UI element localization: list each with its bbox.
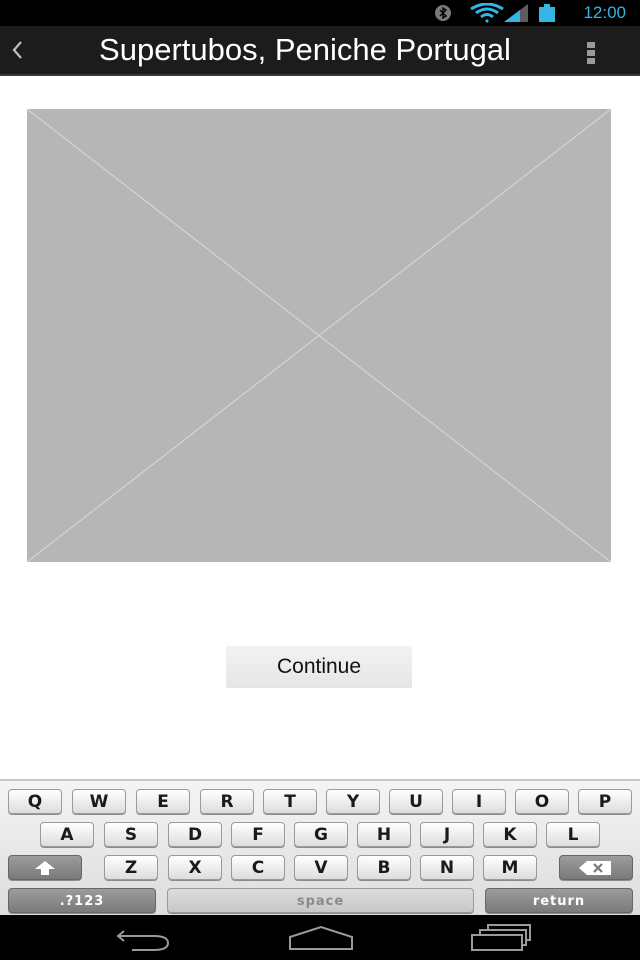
- bluetooth-icon: [434, 4, 452, 26]
- nav-bar: [0, 915, 640, 960]
- key-h[interactable]: H: [357, 822, 411, 847]
- key-f[interactable]: F: [231, 822, 285, 847]
- key-v[interactable]: V: [294, 855, 348, 880]
- return-key[interactable]: return: [485, 888, 633, 913]
- image-placeholder: [26, 108, 612, 563]
- signal-icon: [504, 4, 528, 26]
- back-nav-icon[interactable]: [110, 923, 174, 953]
- key-c[interactable]: C: [231, 855, 285, 880]
- key-y[interactable]: Y: [326, 789, 380, 814]
- page-title: Supertubos, Peniche Portugal: [99, 32, 511, 67]
- key-o[interactable]: O: [515, 789, 569, 814]
- backspace-key[interactable]: [559, 855, 633, 880]
- overflow-menu-icon[interactable]: [586, 40, 596, 66]
- key-g[interactable]: G: [294, 822, 348, 847]
- placeholder-cross: [26, 108, 612, 563]
- keyboard: Q W E R T Y U I O P A S D F G H J K L Z …: [0, 779, 640, 917]
- key-n[interactable]: N: [420, 855, 474, 880]
- shift-icon: [30, 858, 60, 878]
- symbols-key[interactable]: .?123: [8, 888, 156, 913]
- key-w[interactable]: W: [72, 789, 126, 814]
- battery-icon: [538, 4, 556, 26]
- recents-nav-icon[interactable]: [468, 923, 534, 953]
- action-bar: Supertubos, Peniche Portugal: [0, 26, 640, 76]
- shift-key[interactable]: [8, 855, 82, 880]
- key-r[interactable]: R: [200, 789, 254, 814]
- key-k[interactable]: K: [483, 822, 537, 847]
- key-z[interactable]: Z: [104, 855, 158, 880]
- key-i[interactable]: I: [452, 789, 506, 814]
- status-time: 12:00: [583, 3, 626, 22]
- continue-button[interactable]: Continue: [226, 646, 412, 688]
- key-x[interactable]: X: [168, 855, 222, 880]
- key-s[interactable]: S: [104, 822, 158, 847]
- key-p[interactable]: P: [578, 789, 632, 814]
- backspace-icon: [577, 858, 615, 878]
- key-u[interactable]: U: [389, 789, 443, 814]
- key-j[interactable]: J: [420, 822, 474, 847]
- space-key[interactable]: space: [167, 888, 474, 913]
- key-l[interactable]: L: [546, 822, 600, 847]
- key-a[interactable]: A: [40, 822, 94, 847]
- key-b[interactable]: B: [357, 855, 411, 880]
- key-q[interactable]: Q: [8, 789, 62, 814]
- chevron-left-icon[interactable]: [6, 34, 28, 66]
- key-d[interactable]: D: [168, 822, 222, 847]
- key-e[interactable]: E: [136, 789, 190, 814]
- key-m[interactable]: M: [483, 855, 537, 880]
- home-nav-icon[interactable]: [286, 923, 356, 953]
- wifi-icon: [470, 2, 504, 27]
- status-bar: 12:00: [0, 0, 640, 26]
- key-t[interactable]: T: [263, 789, 317, 814]
